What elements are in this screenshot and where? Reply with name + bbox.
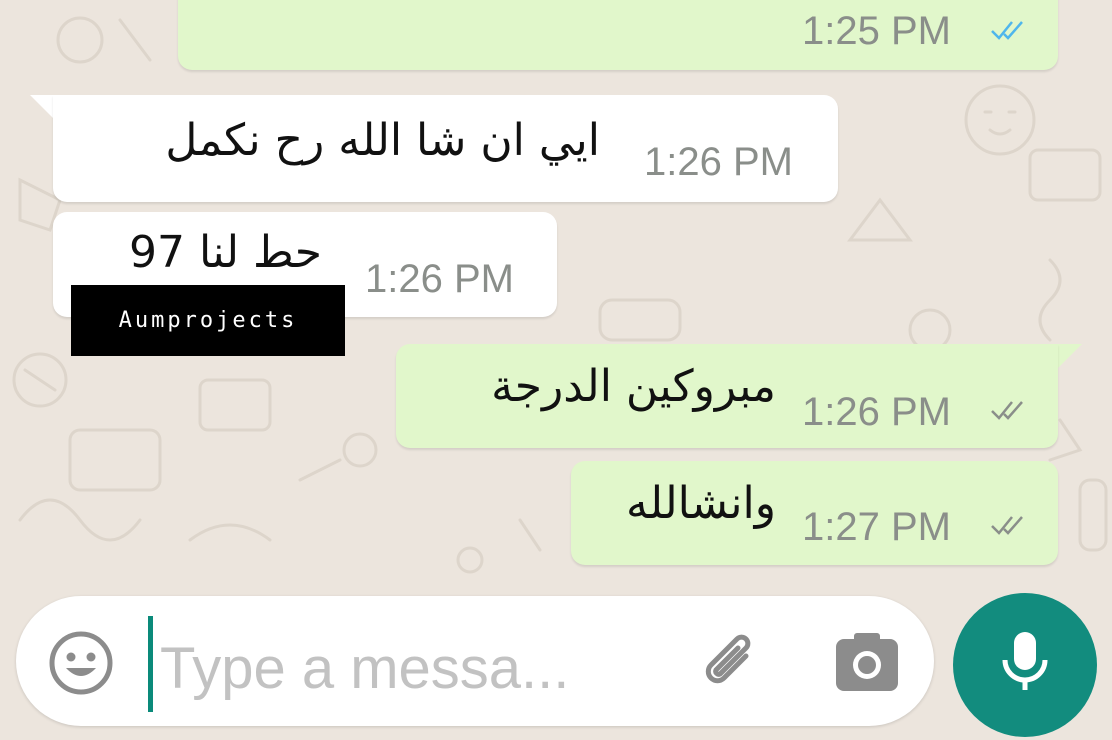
message-time: 1:26 PM [802,390,951,434]
message-text: ايي ان شا الله رح نكمل [165,115,600,166]
message-text: وانشالله [626,478,776,529]
message-time: 1:27 PM [802,505,951,549]
message-text: حط لنا 97 [128,227,322,278]
double-check-delivered-icon [991,401,1023,420]
paperclip-icon[interactable] [694,626,770,702]
double-check-read-icon [991,21,1023,40]
message-time: 1:26 PM [644,140,793,184]
message-time: 1:26 PM [365,257,514,301]
camera-icon[interactable] [834,631,900,693]
message-input[interactable]: Type a messa... [160,635,569,702]
message-text: مبروكين الدرجة [491,361,776,412]
double-check-delivered-icon [991,516,1023,535]
watermark-label: Aumprojects [71,285,345,356]
smiley-icon[interactable] [48,630,114,696]
text-caret [148,616,153,712]
microphone-icon [1002,632,1048,690]
message-time: 1:25 PM [802,9,951,53]
